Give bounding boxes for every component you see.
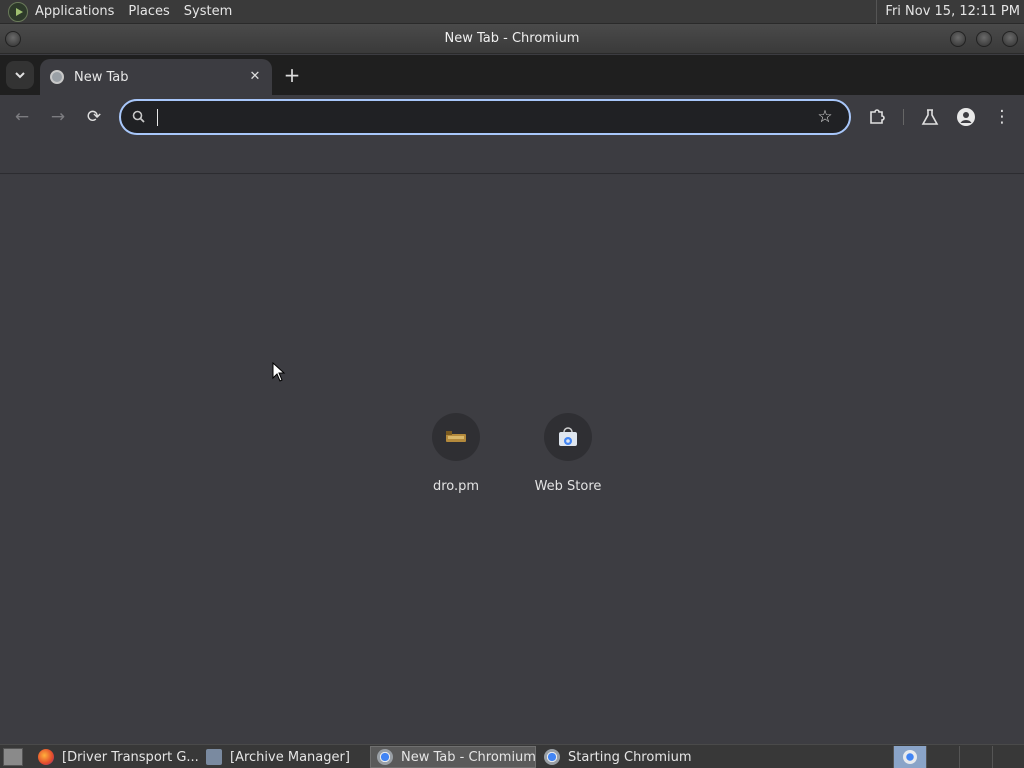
globe-icon bbox=[50, 70, 64, 84]
shortcut-dro-pm[interactable]: dro.pm bbox=[408, 413, 504, 494]
toolbar-bottom-area bbox=[0, 139, 1024, 174]
taskbar-item-label: [Archive Manager] bbox=[230, 749, 350, 765]
places-menu[interactable]: Places bbox=[121, 0, 176, 24]
shortcut-tile bbox=[432, 413, 480, 461]
firefox-icon bbox=[38, 749, 54, 765]
taskbar-item-label: [Driver Transport G... bbox=[62, 749, 199, 765]
tab-new-tab[interactable]: New Tab ✕ bbox=[40, 59, 272, 95]
shortcut-label: Web Store bbox=[534, 479, 602, 494]
new-tab-button[interactable]: + bbox=[280, 63, 304, 87]
maximize-icon[interactable] bbox=[976, 31, 992, 47]
chromium-icon bbox=[544, 749, 560, 765]
chromium-icon bbox=[903, 750, 917, 764]
archive-manager-icon bbox=[206, 749, 222, 765]
toolbar: ← → ⟳ ☆ ⋮ bbox=[0, 95, 1024, 139]
labs-button[interactable] bbox=[918, 105, 942, 129]
taskbar-item-starting-chromium[interactable]: Starting Chromium bbox=[538, 746, 706, 768]
shortcut-tile bbox=[544, 413, 592, 461]
profile-button[interactable] bbox=[954, 105, 978, 129]
shortcut-web-store[interactable]: Web Store bbox=[520, 413, 616, 494]
omnibox[interactable]: ☆ bbox=[119, 99, 851, 135]
text-caret bbox=[157, 109, 158, 126]
applications-menu[interactable]: Applications bbox=[28, 0, 121, 24]
chevron-down-icon bbox=[15, 72, 25, 79]
reload-button[interactable]: ⟳ bbox=[82, 105, 106, 129]
tab-close-icon[interactable]: ✕ bbox=[246, 68, 264, 86]
toolbar-separator bbox=[903, 109, 904, 125]
taskbar: [Driver Transport G... [Archive Manager]… bbox=[0, 744, 1024, 768]
shortcut-label: dro.pm bbox=[432, 479, 480, 494]
tab-search-button[interactable] bbox=[6, 61, 34, 89]
panel-menu: Applications Places System bbox=[28, 0, 239, 24]
workspace-4[interactable] bbox=[992, 746, 1024, 768]
chromium-icon bbox=[377, 749, 393, 765]
window-titlebar[interactable]: New Tab - Chromium bbox=[0, 24, 1024, 54]
system-menu[interactable]: System bbox=[177, 0, 239, 24]
mouse-cursor-icon bbox=[272, 362, 286, 382]
panel-clock[interactable]: Fri Nov 15, 12:11 PM bbox=[876, 0, 1020, 24]
bookmark-star-icon[interactable]: ☆ bbox=[815, 107, 835, 127]
tab-strip: New Tab ✕ + bbox=[0, 55, 1024, 95]
workspace-switcher[interactable] bbox=[893, 746, 1024, 768]
taskbar-item-label: Starting Chromium bbox=[568, 749, 692, 765]
back-button[interactable]: ← bbox=[10, 105, 34, 129]
show-desktop-icon[interactable] bbox=[3, 748, 23, 766]
dro-pm-icon bbox=[446, 431, 466, 442]
flask-icon bbox=[921, 109, 939, 125]
taskbar-item-new-tab-chromium[interactable]: New Tab - Chromium bbox=[370, 746, 536, 768]
workspace-2[interactable] bbox=[926, 746, 959, 768]
puzzle-icon bbox=[870, 109, 885, 124]
top-panel: Applications Places System Fri Nov 15, 1… bbox=[0, 0, 1024, 24]
extensions-button[interactable] bbox=[865, 105, 889, 129]
workspace-3[interactable] bbox=[959, 746, 992, 768]
new-tab-page: dro.pm Web Store bbox=[0, 175, 1024, 744]
taskbar-item-archive-manager[interactable]: [Archive Manager] bbox=[200, 746, 368, 768]
workspace-1[interactable] bbox=[893, 746, 926, 768]
search-icon bbox=[132, 110, 145, 123]
close-window-icon[interactable] bbox=[1002, 31, 1018, 47]
tab-label: New Tab bbox=[74, 69, 129, 85]
distro-logo-icon[interactable] bbox=[8, 1, 28, 22]
profile-avatar-icon bbox=[957, 108, 975, 126]
web-store-icon bbox=[559, 427, 577, 446]
taskbar-item-label: New Tab - Chromium bbox=[401, 749, 536, 765]
window-title: New Tab - Chromium bbox=[444, 31, 580, 46]
minimize-icon[interactable] bbox=[950, 31, 966, 47]
forward-button[interactable]: → bbox=[46, 105, 70, 129]
chrome-menu-button[interactable]: ⋮ bbox=[990, 105, 1014, 129]
taskbar-item-driver-transport[interactable]: [Driver Transport G... bbox=[32, 746, 200, 768]
omnibox-input[interactable] bbox=[161, 106, 801, 128]
